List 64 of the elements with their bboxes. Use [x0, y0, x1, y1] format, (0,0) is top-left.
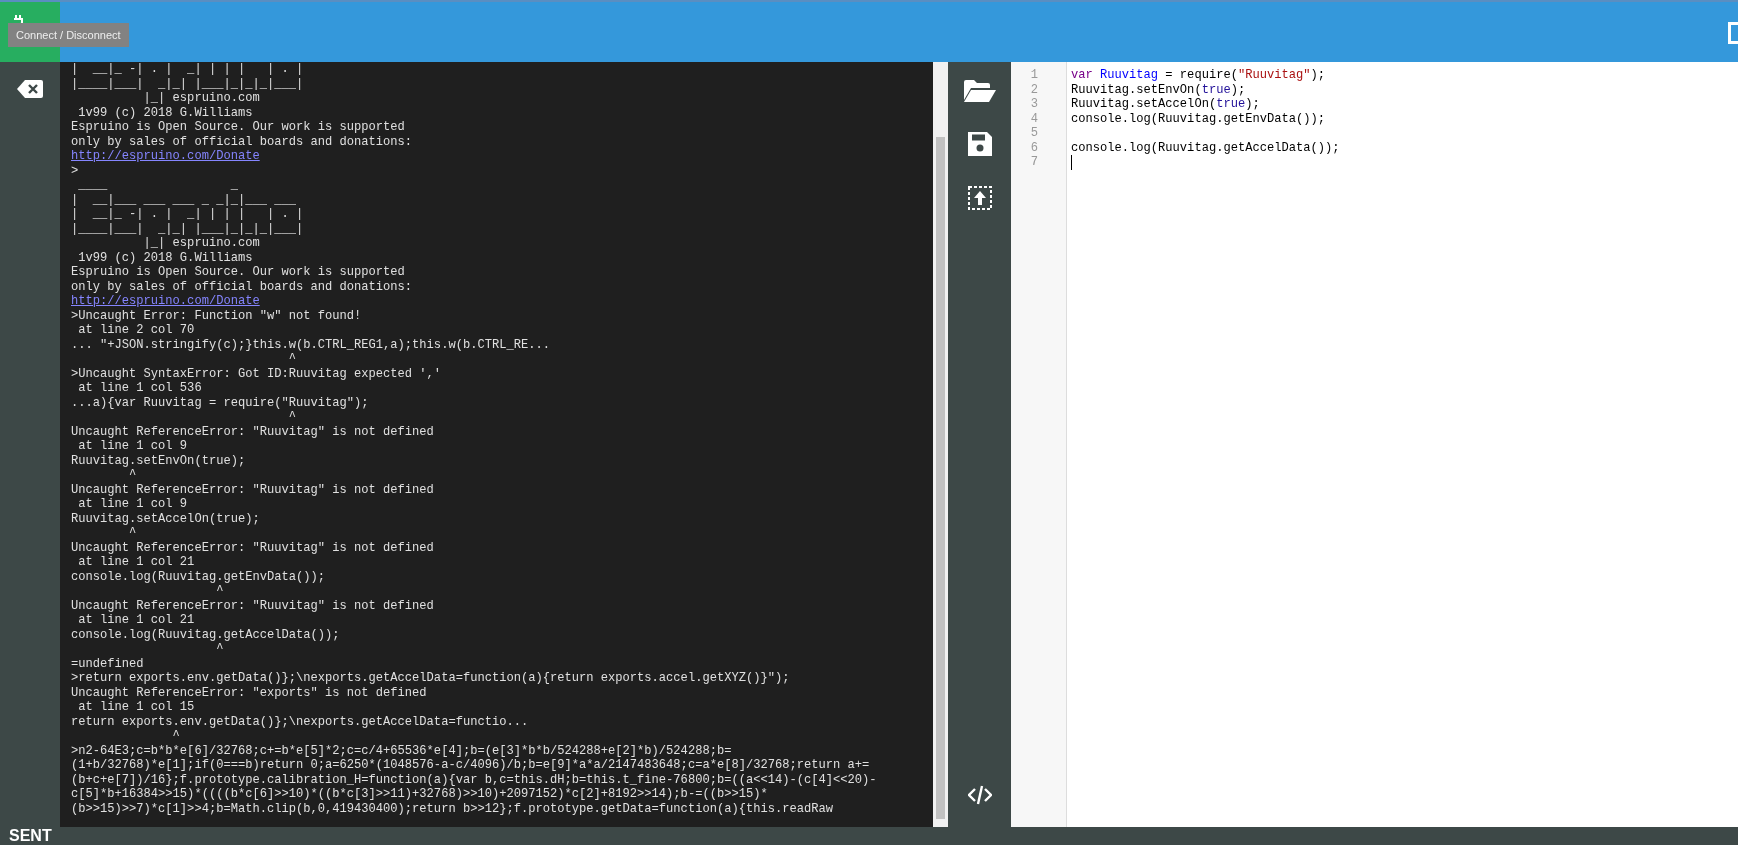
terminal-line: >return exports.env.getData()};\nexports.getAccelData=function(a){return exports.accel.getXYZ()}");	[71, 671, 790, 686]
terminal-line: ^	[287, 352, 296, 367]
line-number: 5	[1030, 126, 1039, 141]
terminal-line: |_| espruino.com	[142, 236, 260, 251]
terminal-line: at line 1 col 9	[77, 439, 188, 454]
terminal-line: only by sales of official boards and donations:	[71, 279, 413, 294]
terminal-line: at line 1 col 536	[77, 381, 202, 396]
line-number: 7	[1030, 155, 1039, 170]
terminal-line: c[5]*b+16384>>15)*((((b*c[6]>>10)*((b*c[3]>>11)+32768)>>10)+2097152)*c[2]+8192>>14);b-=((b>>15)*	[71, 787, 768, 802]
line-number: 2	[1030, 82, 1039, 97]
terminal-line: =undefined	[71, 656, 144, 671]
terminal-line: Uncaught ReferenceError: "Ruuvitag" is not defined	[71, 598, 434, 613]
terminal-line: Ruuvitag.setAccelOn(true);	[71, 511, 260, 526]
terminal-line: at line 2 col 70	[77, 323, 195, 338]
terminal-line: at line 1 col 21	[77, 613, 195, 628]
terminal-line: ^	[215, 584, 224, 599]
terminal-line: only by sales of official boards and donations:	[71, 134, 413, 149]
terminal-line: |____|___| _|_| |___|_|_|_|___|	[71, 76, 304, 91]
terminal-line: return exports.env.getData()};\nexports.getAccelData=functio...	[71, 714, 529, 729]
terminal-line: >	[71, 163, 79, 178]
terminal-line: Uncaught ReferenceError: "Ruuvitag" is not defined	[71, 482, 434, 497]
terminal-line: 1v99 (c) 2018 G.Williams	[77, 105, 253, 120]
terminal-line: | __|_ -| . | _| | | | | . |	[71, 62, 304, 77]
line-number: 1	[1030, 68, 1039, 83]
terminal-line: |_| espruino.com	[142, 91, 260, 106]
code-line: var Ruuvitag = require("Ruuvitag");	[1071, 68, 1326, 82]
terminal-line: Espruino is Open Source. Our work is supported	[71, 265, 405, 280]
code-line: Ruuvitag.setEnvOn(true);	[1071, 82, 1246, 97]
terminal-line: |____|___| _|_| |___|_|_|_|___|	[71, 221, 304, 236]
terminal-line: (b+c+e[7])/16};f.prototype.calibration_H=function(a){var b,c=this.dH;b=this.t_fine-76800;b=((a<<14)-(c[4]<<20)-	[71, 772, 877, 787]
terminal-line: at line 1 col 9	[77, 497, 188, 512]
terminal-line: | __|___ ___ ___ _ _|_|___ ___	[71, 192, 296, 207]
terminal-line: ^	[215, 642, 224, 657]
terminal-line: console.log(Ruuvitag.getEnvData());	[71, 569, 325, 584]
code-line: console.log(Ruuvitag.getAccelData());	[1071, 140, 1340, 155]
terminal-line: >Uncaught SyntaxError: Got ID:Ruuvitag expected ','	[71, 366, 442, 381]
terminal-line: at line 1 col 15	[77, 700, 195, 715]
line-number: 3	[1030, 97, 1039, 112]
code-line: Ruuvitag.setAccelOn(true);	[1071, 97, 1260, 111]
terminal-line: Espruino is Open Source. Our work is supported	[71, 120, 405, 135]
terminal-line: (1+b/32768)*e[1];if(0===b)return 0;a=6250*(1048576-a-c/4096)/b;b=e[9]*a*a/2147483648;c=a*e[8]/32768;return a+=	[71, 758, 870, 773]
terminal-line: ... "+JSON.stringify(c);}this.w(b.CTRL_REG1,a);this.w(b.CTRL_RE...	[71, 337, 550, 352]
tooltip: Connect / Disconnect	[8, 23, 129, 47]
terminal-line: Uncaught ReferenceError: "Ruuvitag" is not defined	[71, 424, 434, 439]
terminal-line: ^	[287, 410, 296, 425]
terminal-line: Uncaught ReferenceError: "exports" is not defined	[71, 685, 427, 700]
terminal-line: ^	[128, 526, 137, 541]
terminal-line: console.log(Ruuvitag.getAccelData());	[71, 627, 340, 642]
terminal-line: >n2-64E3;c=b*b*e[6]/32768;c+=b*e[5]*2;c=c/4+65536*e[4];b=(e[3]*b*b/524288+e[2]*b)/524288;b=	[71, 743, 732, 758]
terminal-line: 1v99 (c) 2018 G.Williams	[77, 250, 253, 265]
terminal-line: >Uncaught Error: Function "w" not found!	[71, 308, 362, 323]
terminal-line: ^	[171, 729, 180, 744]
code-line: console.log(Ruuvitag.getEnvData());	[1071, 111, 1325, 126]
terminal-line: Uncaught ReferenceError: "Ruuvitag" is not defined	[71, 540, 434, 555]
line-number: 4	[1030, 111, 1039, 126]
terminal-line: | __|_ -| . | _| | | | | . |	[71, 207, 304, 222]
terminal-line: at line 1 col 21	[77, 555, 195, 570]
terminal-line: ^	[128, 468, 137, 483]
terminal-line: (b>>15)>>7)*c[1]>>4;b=Math.clip(b,0,419430400);return b>>12};f.prototype.getData=function(a){this.readRaw	[71, 801, 834, 816]
terminal-line: Ruuvitag.setEnvOn(true);	[71, 453, 246, 468]
terminal-line: ...a){var Ruuvitag = require("Ruuvitag");	[71, 395, 369, 410]
terminal-line: ____ _	[77, 178, 238, 193]
status-text: SENT	[9, 827, 52, 845]
line-number: 6	[1030, 140, 1039, 155]
